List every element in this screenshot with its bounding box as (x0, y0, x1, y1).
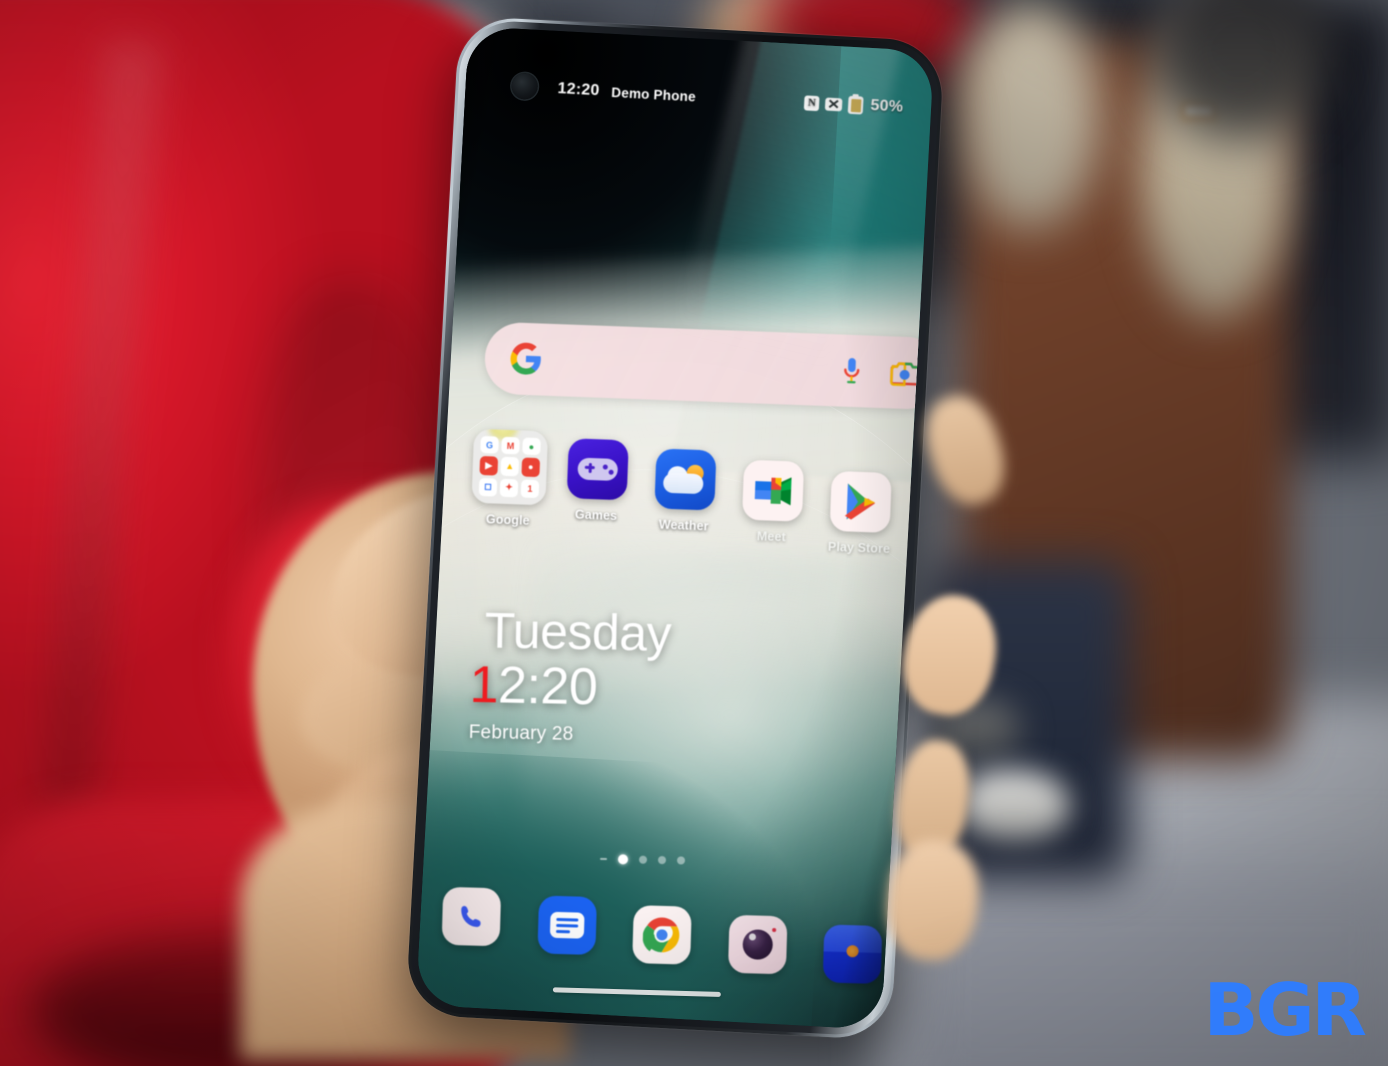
bgr-watermark: BGR (1203, 968, 1367, 1052)
screen-edge-shadow (415, 26, 935, 1030)
smartphone: 12:20 Demo Phone 50% (405, 15, 945, 1041)
phone-screen[interactable]: 12:20 Demo Phone 50% (415, 26, 935, 1030)
screenshot-root: 12:20 Demo Phone 50% (0, 0, 1388, 1066)
